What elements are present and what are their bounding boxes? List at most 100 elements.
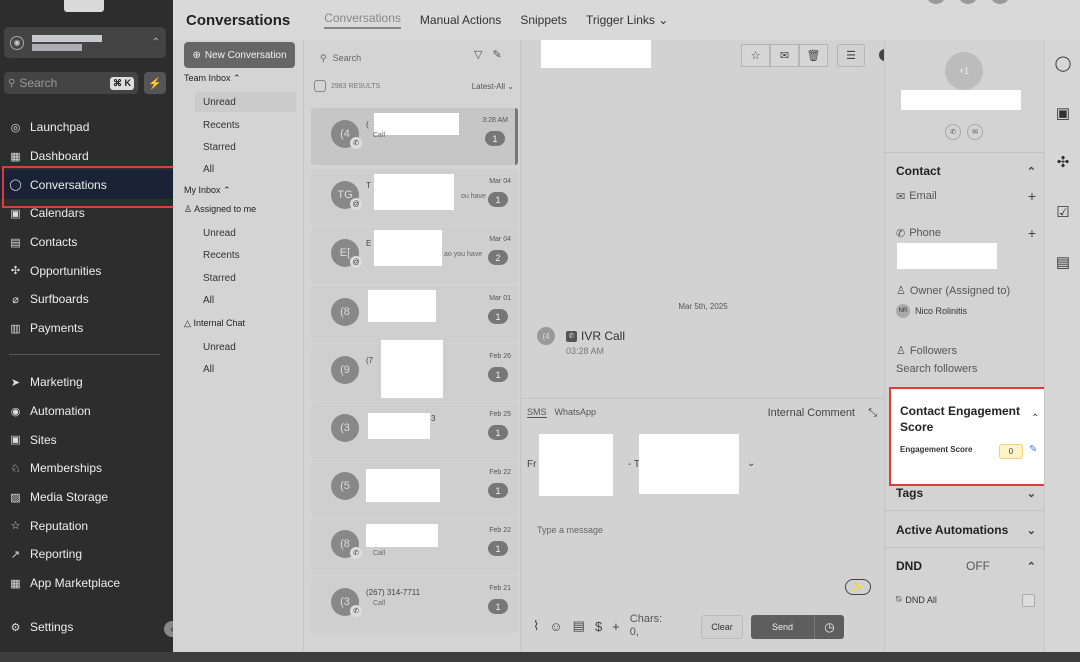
phone-icon[interactable]: ✆: [945, 124, 961, 140]
nav-media-storage[interactable]: ▨ Media Storage: [0, 483, 173, 512]
document-icon[interactable]: ▤: [1054, 253, 1072, 271]
conversation-card[interactable]: (8 ✆ Call Feb 22 1: [311, 518, 518, 575]
add-email-icon[interactable]: +: [1028, 188, 1036, 204]
nav-marketing[interactable]: ➤ Marketing: [0, 368, 173, 397]
nav-payments[interactable]: ▥ Payments: [0, 314, 173, 343]
nav-opportunities[interactable]: ✣ Opportunities: [0, 256, 173, 285]
account-switcher[interactable]: ◉ ⌃: [4, 27, 166, 58]
sort-dropdown[interactable]: Latest-All ⌄: [472, 82, 514, 91]
email-field[interactable]: ✉ Email +: [896, 188, 1036, 204]
chevron-up-icon: ⌃: [223, 185, 231, 195]
chevron-up-icon: ⌃: [1026, 165, 1036, 178]
chevron-up-icon[interactable]: ⌃: [1031, 413, 1039, 424]
internal-chat-header[interactable]: △ Internal Chat: [184, 318, 245, 329]
conversation-card[interactable]: (8 Mar 01 1: [311, 286, 518, 343]
plus-icon[interactable]: +: [612, 619, 620, 634]
conversation-card[interactable]: (4 ✆ ( Call 3:28 AM 1: [311, 108, 518, 165]
team-inbox-recents[interactable]: Recents: [203, 115, 240, 135]
tab-manual-actions[interactable]: Manual Actions: [420, 13, 501, 27]
chevron-down-icon[interactable]: ⌄: [747, 458, 755, 469]
conversation-card[interactable]: (3 3 Feb 25 1: [311, 402, 518, 459]
nav-sites[interactable]: ▣ Sites: [0, 425, 173, 454]
send-button[interactable]: Send: [751, 615, 814, 639]
ai-assist-button[interactable]: ✨: [845, 579, 871, 595]
dnd-section-header[interactable]: DND OFF ⌃: [896, 559, 1036, 573]
message-input[interactable]: Type a message: [537, 525, 603, 535]
nav-surfboards[interactable]: ⌀ Surfboards: [0, 285, 173, 314]
conversation-card[interactable]: (5 Feb 22 1: [311, 460, 518, 517]
nav-reputation[interactable]: ☆ Reputation: [0, 511, 173, 540]
new-conversation-button[interactable]: ⊕ New Conversation: [184, 42, 295, 68]
conversation-card[interactable]: E[@ E ao you have Mar 04 2: [311, 227, 518, 284]
phone-field[interactable]: ✆ Phone +: [896, 225, 1036, 241]
checkbox-icon[interactable]: ☑: [1054, 203, 1072, 221]
team-inbox-all[interactable]: All: [203, 159, 214, 179]
mail-open-icon[interactable]: ✉: [770, 44, 799, 67]
contact-section-header[interactable]: Contact ⌃: [896, 164, 1036, 178]
pencil-icon[interactable]: ✎: [1029, 444, 1037, 455]
active-automations-header[interactable]: Active Automations ⌄: [896, 523, 1036, 537]
schedule-button[interactable]: ◷: [814, 615, 844, 639]
clear-button[interactable]: Clear: [701, 615, 743, 639]
followers-search-input[interactable]: Search followers: [896, 363, 1036, 375]
calendar-icon[interactable]: ▣: [1054, 104, 1072, 122]
select-all-checkbox[interactable]: [314, 80, 326, 92]
team-inbox-unread[interactable]: Unread: [195, 92, 296, 112]
tab-conversations[interactable]: Conversations: [324, 11, 401, 29]
nav-automation[interactable]: ◉ Automation: [0, 397, 173, 426]
collapse-icon[interactable]: ⤡: [868, 407, 877, 420]
attachment-icon[interactable]: ⌇: [533, 618, 539, 634]
compose-icon[interactable]: ✎: [492, 48, 501, 61]
nav-app-marketplace[interactable]: ▦ App Marketplace: [0, 569, 173, 598]
membership-icon: ♘: [10, 462, 21, 475]
header-icon-1[interactable]: [926, 0, 946, 4]
mail-icon[interactable]: ✉: [967, 124, 983, 140]
nav-memberships[interactable]: ♘ Memberships: [0, 454, 173, 483]
internal-chat-unread[interactable]: Unread: [203, 337, 236, 357]
header-icon-2[interactable]: [958, 0, 978, 4]
ivr-call-message: ✆ IVR Call: [566, 329, 625, 343]
emoji-icon[interactable]: ☺: [549, 619, 562, 634]
to-number-redacted[interactable]: [639, 434, 739, 494]
tab-trigger-links[interactable]: Trigger Links ⌄: [586, 13, 668, 27]
filter-button[interactable]: ☰: [837, 44, 865, 67]
team-inbox-starred[interactable]: Starred: [203, 137, 236, 157]
my-inbox-unread[interactable]: Unread: [203, 223, 236, 243]
network-icon[interactable]: ✣: [1054, 153, 1072, 171]
conversation-search-input[interactable]: ⚲ Search: [314, 44, 464, 72]
header-icon-3[interactable]: [990, 0, 1010, 4]
add-phone-icon[interactable]: +: [1028, 225, 1036, 241]
tab-snippets[interactable]: Snippets: [520, 13, 567, 27]
star-icon[interactable]: ☆: [741, 44, 770, 67]
nav-settings[interactable]: ⚙ Settings: [0, 613, 173, 642]
engagement-title: Contact Engagement Score: [900, 404, 1021, 434]
user-circle-icon[interactable]: ◯: [1054, 54, 1072, 72]
filter-lines-icon: ☰: [846, 50, 856, 62]
nav-reporting[interactable]: ↗ Reporting: [0, 540, 173, 569]
dollar-icon[interactable]: $: [595, 619, 602, 634]
my-inbox-header[interactable]: My Inbox ⌃: [184, 185, 231, 196]
owner-select[interactable]: NR Nico Rolinitis: [896, 304, 967, 318]
dnd-all-checkbox[interactable]: [1022, 594, 1035, 607]
nav-contacts[interactable]: ▤ Contacts: [0, 228, 173, 257]
tags-section-header[interactable]: Tags ⌄: [896, 486, 1036, 500]
conversation-card[interactable]: (9 (7 Feb 26 1: [311, 340, 518, 401]
my-inbox-all[interactable]: All: [203, 290, 214, 310]
conversation-card[interactable]: TG @ T ou have Mar 04 1: [311, 169, 518, 226]
from-number-redacted[interactable]: [539, 434, 613, 496]
trash-icon[interactable]: 🗑: [799, 44, 828, 67]
my-inbox-starred[interactable]: Starred: [203, 268, 236, 288]
conversation-card[interactable]: (3 ✆ (267) 314-7711 Call Feb 21 1: [311, 576, 518, 633]
team-inbox-header[interactable]: Team Inbox ⌃: [184, 73, 241, 84]
nav-launchpad[interactable]: ◎ Launchpad: [0, 113, 173, 142]
tab-sms[interactable]: SMS: [527, 407, 547, 418]
assigned-to-me[interactable]: ♙ Assigned to me: [184, 204, 256, 215]
internal-comment-toggle[interactable]: Internal Comment: [768, 407, 855, 419]
internal-chat-all[interactable]: All: [203, 359, 214, 379]
quick-action-button[interactable]: ⚡: [144, 72, 166, 94]
sidebar-search-input[interactable]: ⚲ Search ⌘ K: [4, 72, 138, 94]
filter-icon[interactable]: ▽: [474, 48, 482, 61]
tab-whatsapp[interactable]: WhatsApp: [555, 407, 597, 418]
document-icon[interactable]: ▤: [573, 618, 585, 634]
my-inbox-recents[interactable]: Recents: [203, 245, 240, 265]
